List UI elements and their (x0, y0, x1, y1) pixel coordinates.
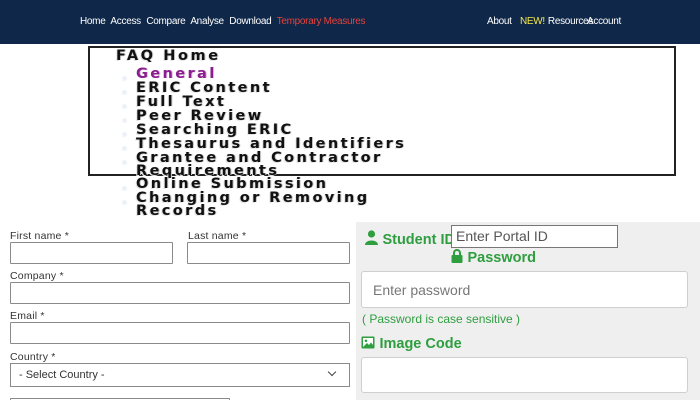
company-label: Company * (10, 270, 64, 282)
faq-bullet-icon (122, 118, 127, 123)
faq-bullet-icon (122, 90, 127, 95)
nav-resources-link[interactable]: NEW! Resources (520, 16, 593, 27)
new-badge: NEW! (520, 16, 545, 27)
nav-temporary-measures-link[interactable]: Temporary Measures (277, 16, 366, 27)
last-name-label: Last name * (188, 230, 247, 242)
password-label: Password (467, 250, 536, 266)
student-id-row: Student ID (365, 230, 455, 249)
image-code-label: Image Code (379, 336, 462, 352)
country-label: Country * (10, 351, 56, 363)
nav-download-link[interactable]: Download (229, 16, 271, 27)
primary-nav: Home Access Compare Analyse Download Tem… (80, 16, 368, 27)
last-name-field[interactable] (187, 242, 350, 264)
password-hint: ( Password is case sensitive ) (362, 312, 521, 326)
faq-item-changing-removing-continued[interactable]: Records (136, 203, 219, 219)
faq-bullet-icon (122, 76, 127, 81)
country-select[interactable]: - Select Country - (10, 363, 350, 387)
portal-id-placeholder: Enter Portal ID (456, 228, 548, 244)
password-row: Password (451, 249, 536, 267)
top-navigation-bar: Home Access Compare Analyse Download Tem… (0, 0, 700, 44)
password-input[interactable]: Enter password (361, 271, 688, 308)
first-name-label: First name * (10, 230, 69, 242)
faq-bullet-icon (122, 104, 127, 109)
first-name-field[interactable] (10, 242, 173, 264)
chevron-down-icon (327, 367, 337, 377)
portal-id-input[interactable]: Enter Portal ID (451, 225, 618, 248)
nav-about-link[interactable]: About (487, 16, 512, 27)
nav-account-link[interactable]: Account (587, 16, 621, 27)
email-label: Email * (10, 310, 45, 322)
image-code-row: Image Code (361, 335, 462, 353)
lock-icon (451, 249, 463, 263)
faq-bullet-icon (122, 160, 127, 165)
nav-compare-link[interactable]: Compare (146, 16, 185, 27)
faq-bullet-icon (122, 200, 127, 205)
user-icon (365, 230, 378, 245)
nav-analyse-link[interactable]: Analyse (190, 16, 224, 27)
faq-home-title[interactable]: FAQ Home (116, 48, 221, 64)
faq-bullet-icon (122, 146, 127, 151)
nav-home-link[interactable]: Home (80, 16, 106, 27)
password-placeholder: Enter password (373, 282, 471, 298)
image-icon (361, 336, 375, 349)
faq-bullet-icon (122, 186, 127, 191)
country-select-value: - Select Country - (19, 369, 105, 381)
image-code-input[interactable] (361, 357, 688, 393)
company-field[interactable] (10, 282, 350, 304)
nav-access-link[interactable]: Access (110, 16, 141, 27)
faq-bullet-icon (122, 132, 127, 137)
student-id-label: Student ID (382, 232, 455, 248)
email-field[interactable] (10, 322, 350, 344)
